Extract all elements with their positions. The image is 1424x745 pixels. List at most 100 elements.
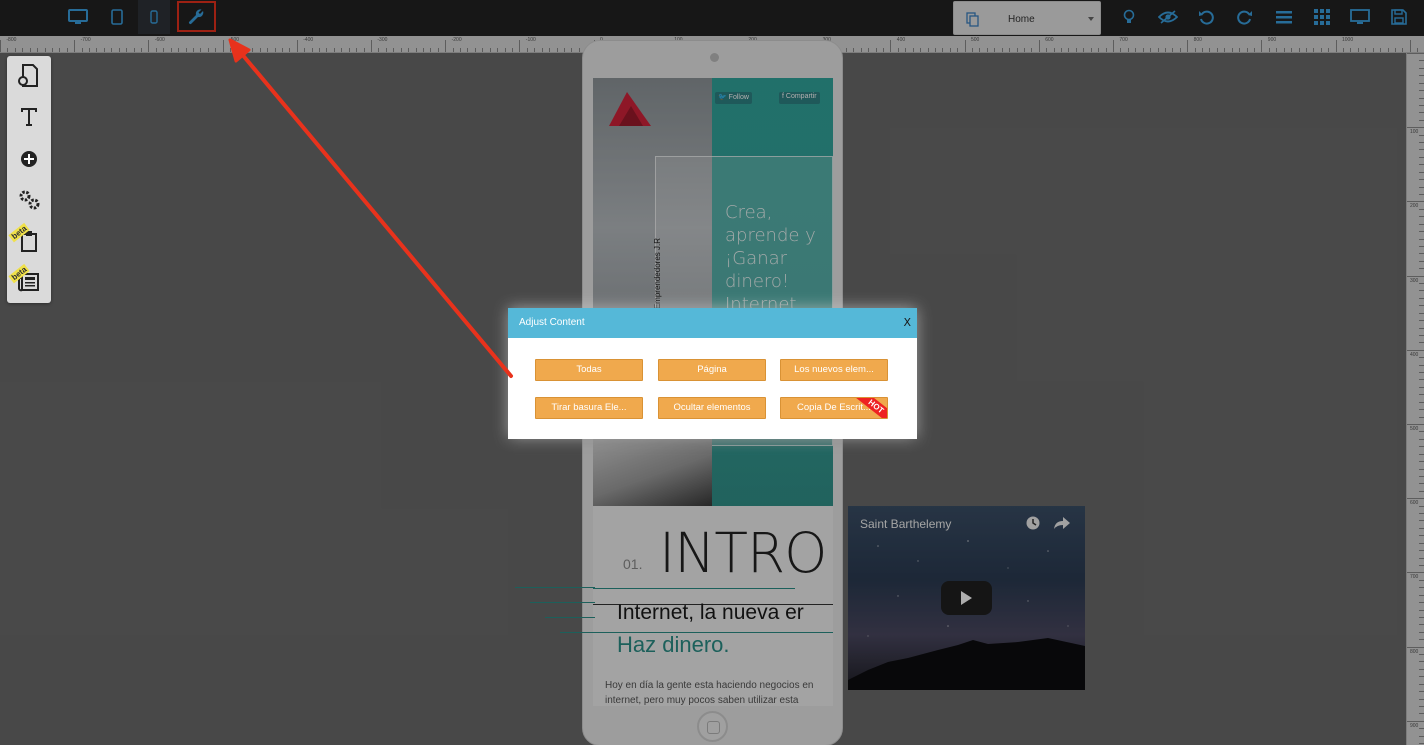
ruler-tick [1419,357,1424,359]
ruler-tick [1194,48,1196,52]
ruler-tick [905,48,907,52]
ruler-tick [549,48,551,52]
twitter-follow-button[interactable]: 🐦 Follow [715,92,752,104]
hide-elements-button[interactable]: Ocultar elementos [658,397,766,419]
text-tool[interactable] [13,101,45,133]
ruler-tick [1419,461,1424,463]
settings-tool[interactable] [13,184,45,216]
ruler-tick [1224,48,1226,52]
ruler-tick [1419,268,1424,270]
ruler-tick [1419,683,1424,685]
ruler-tick [89,48,91,52]
ruler-tick [1419,283,1424,285]
page-tool[interactable] [13,60,45,92]
ruler-tick [1407,720,1424,722]
ruler-tick [348,48,350,52]
redo-icon [1237,10,1252,25]
desktop-copy-button[interactable]: Copia De Escrit... HOT [780,397,888,419]
ruler-tick [126,48,128,52]
ruler-tick [972,48,974,52]
ruler-tick [1157,48,1159,52]
new-elements-button[interactable]: Los nuevos elem... [780,359,888,381]
ruler-tick [1419,171,1424,173]
ruler-tick [949,48,951,52]
ruler-tick [875,48,877,52]
ruler-tick [1372,48,1374,52]
ruler-label: 200 [1410,203,1419,210]
redo-button[interactable] [1229,0,1261,34]
ruler-tick [1419,483,1424,485]
ruler-tick [356,48,358,52]
ruler-tick [1419,631,1424,633]
ruler-tick [1419,290,1424,292]
ruler-tick [979,48,981,52]
ruler-tick [1419,520,1424,522]
ruler-tick [1419,609,1424,611]
ruler-tick [1407,498,1424,500]
ruler-tick [467,48,469,52]
add-element-tool[interactable] [13,143,45,175]
chevron-down-icon [1088,17,1094,21]
ruler-label: -300 [377,37,388,43]
desktop-view-button[interactable] [62,0,94,34]
ruler-tick [1419,602,1424,604]
ruler-tick [81,48,83,52]
undo-button[interactable] [1190,0,1222,34]
ruler-tick [1419,698,1424,700]
tablet-view-button[interactable] [101,0,133,34]
ruler-tick [1419,112,1424,114]
ruler-tick [1135,48,1137,52]
ruler-tick [1407,275,1424,277]
mobile-view-button[interactable] [138,0,170,34]
video-embed[interactable]: Saint Barthelemy [848,506,1085,690]
ruler-tick [1419,164,1424,166]
ruler-tick [422,48,424,52]
ruler-tick [281,48,283,52]
ruler-tick [860,48,862,52]
ruler-tick [66,48,68,52]
settings-icon [19,190,40,210]
ruler-label: 700 [1119,37,1128,43]
ruler-label: 800 [1193,37,1202,43]
ruler-tick [571,48,573,52]
ruler-tick [853,48,855,52]
ruler-tick [1202,48,1204,52]
ruler-tick [118,48,120,52]
ruler-tick [1350,48,1352,52]
hero-section[interactable]: 🐦 Follow f Compartir Emprendedores J.R C… [593,78,833,506]
ruler-tick [1419,82,1424,84]
watch-later-icon[interactable] [1026,516,1040,530]
video-play-button[interactable] [941,581,992,615]
ruler-tick [215,48,217,52]
vertical-ruler: 100 200 300 400 500 600 700 800 900 [1406,53,1424,745]
ruler-tick [497,48,499,52]
ruler-label: 900 [1267,37,1277,43]
trash-elements-button[interactable]: Tirar basura Ele... [535,397,643,419]
top-toolbar: Home [0,0,1424,36]
ruler-tick [400,48,402,52]
share-icon[interactable] [1054,517,1070,529]
page-button[interactable]: Página [658,359,766,381]
ruler-tick [912,48,914,52]
ruler-tick [1357,48,1359,52]
close-button[interactable]: X [903,316,911,329]
visibility-button[interactable] [1152,0,1184,34]
page-select[interactable]: Home [953,1,1101,35]
save-button[interactable] [1383,0,1415,34]
mountain-silhouette [848,638,1085,690]
facebook-share-button[interactable]: f Compartir [779,92,820,104]
ruler-tick [252,48,254,52]
preview-tips-button[interactable] [1113,0,1145,34]
ruler-tick [1419,186,1424,188]
ruler-tick [1419,372,1424,374]
page-icon [18,64,38,87]
ruler-tick [170,48,172,52]
apps-button[interactable] [1306,0,1338,34]
ruler-tick [1075,48,1077,52]
ruler-tick [437,48,439,52]
layers-menu-button[interactable] [1268,0,1300,34]
ruler-tick [1419,513,1424,515]
all-button[interactable]: Todas [535,359,643,381]
preview-button[interactable] [1344,0,1376,34]
eye-icon [1158,10,1178,24]
